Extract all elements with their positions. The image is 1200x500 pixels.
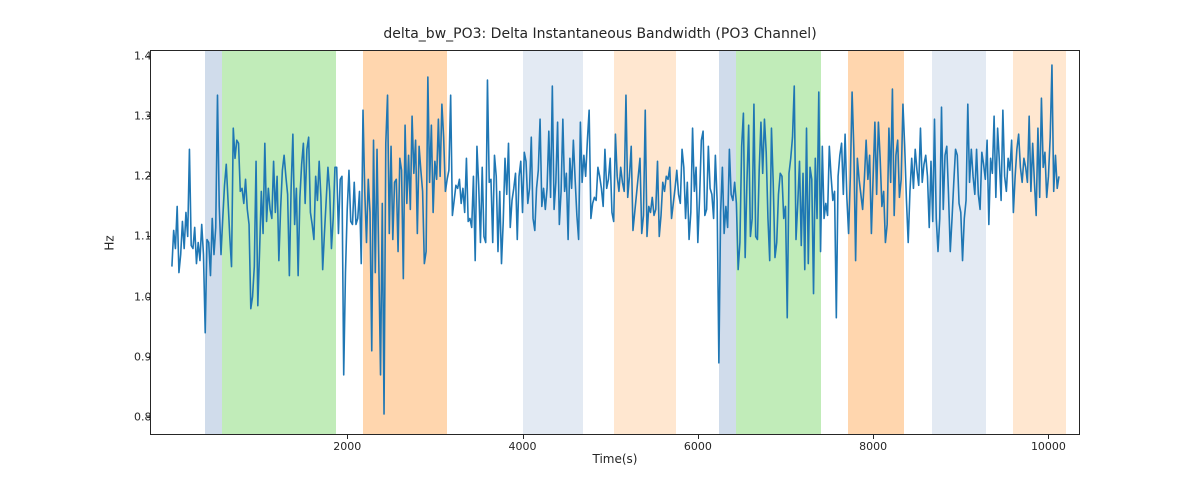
series-line xyxy=(172,65,1059,414)
x-tickmark xyxy=(698,435,699,439)
line-series xyxy=(150,50,1080,435)
x-tickmark xyxy=(347,435,348,439)
x-axis-label: Time(s) xyxy=(150,452,1080,466)
figure: delta_bw_PO3: Delta Instantaneous Bandwi… xyxy=(0,0,1200,500)
y-tick-label: 1.3 xyxy=(134,110,148,123)
x-tickmark xyxy=(873,435,874,439)
x-tickmark xyxy=(523,435,524,439)
y-tick-label: 0.8 xyxy=(134,410,148,423)
y-tick-label: 1.0 xyxy=(134,290,148,303)
y-tick-label: 1.1 xyxy=(134,230,148,243)
y-tick-label: 0.9 xyxy=(134,350,148,363)
y-axis-label: Hz xyxy=(100,50,120,435)
x-tickmark xyxy=(1048,435,1049,439)
y-tick-label: 1.4 xyxy=(134,50,148,63)
y-tick-label: 1.2 xyxy=(134,170,148,183)
axes xyxy=(150,50,1080,435)
chart-title: delta_bw_PO3: Delta Instantaneous Bandwi… xyxy=(0,26,1200,42)
